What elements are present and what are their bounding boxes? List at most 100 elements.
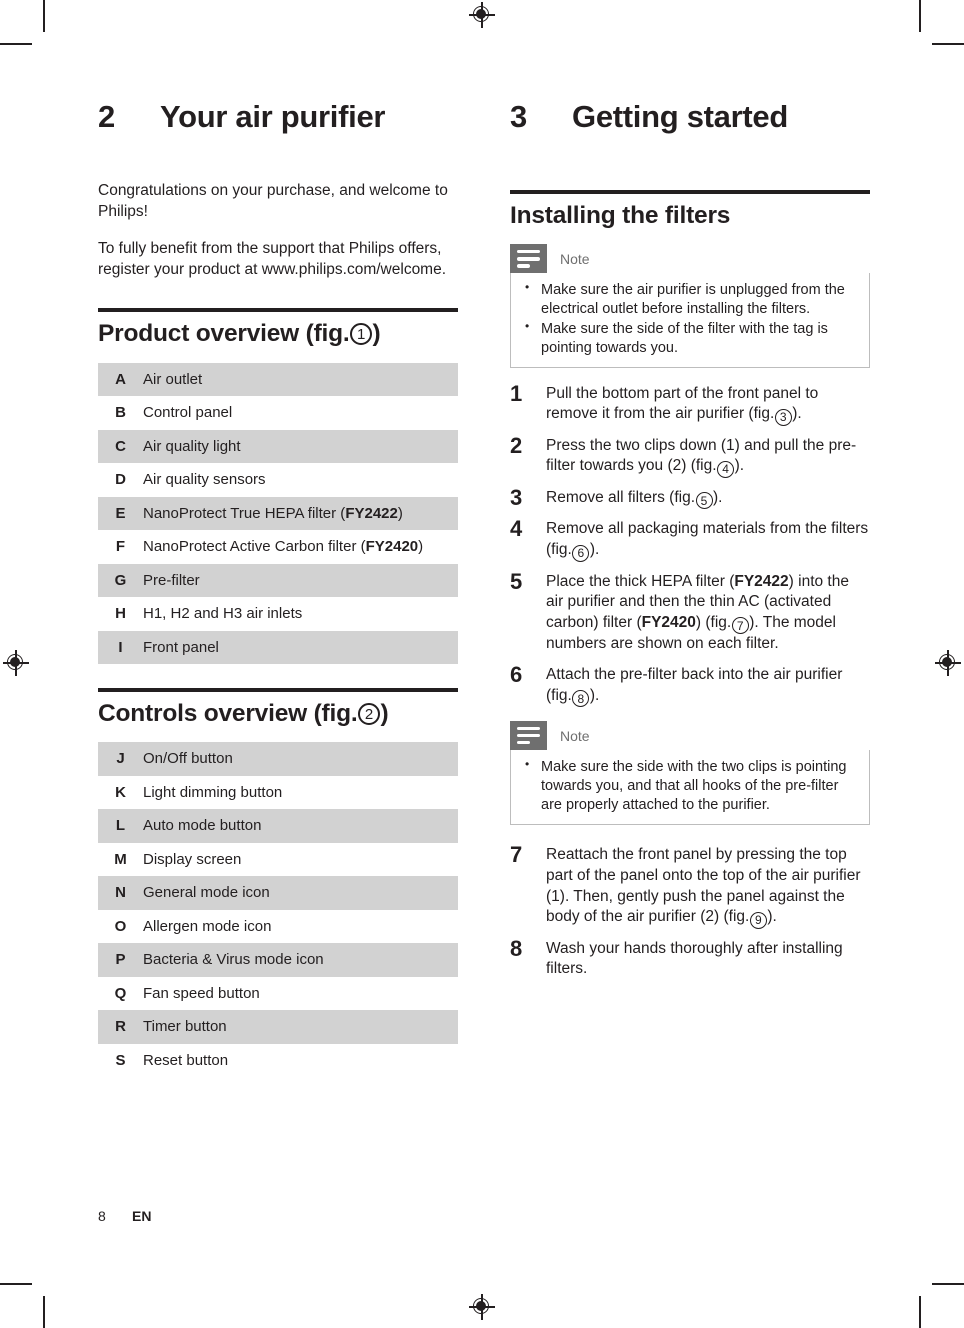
table-row: R Timer button	[98, 1010, 458, 1044]
table-row: D Air quality sensors	[98, 463, 458, 497]
table-row-key: H	[115, 605, 126, 623]
figure-reference-circle-icon: 9	[749, 911, 767, 929]
controls-overview-table: J On/Off button K Light dimming button L Auto…	[98, 742, 458, 1077]
table-row-key: P	[98, 943, 143, 977]
table-row-label: Bacteria & Virus mode icon	[143, 943, 458, 977]
table-row-label: Fan speed button	[143, 984, 260, 1002]
table-row-label: Front panel	[143, 630, 458, 665]
step-text: Reattach the front panel by pressing the…	[546, 846, 861, 929]
table-row: A Air outlet	[98, 362, 458, 397]
chapter-number: 3	[510, 99, 527, 134]
table-row: M Display screen	[98, 843, 458, 877]
table-row-label: H1, H2 and H3 air inlets	[143, 605, 303, 623]
step-item: 8 Wash your hands thoroughly after instal…	[510, 937, 870, 980]
page-language-code: EN	[132, 1208, 152, 1224]
table-row-key: A	[98, 362, 143, 397]
section-rule-product-overview	[98, 308, 458, 313]
table-row-label: NanoProtect Active Carbon filter (FY2420…	[143, 538, 424, 556]
figure-reference-circle-icon: 3	[774, 408, 792, 426]
table-row-key: D	[115, 471, 126, 489]
table-row-key: K	[115, 783, 126, 801]
table-row: G Pre-filter	[98, 563, 458, 598]
table-row: C Air quality light	[98, 429, 458, 464]
note-label: Note	[560, 250, 590, 267]
step-number: 1	[510, 380, 523, 406]
model-number: FY2420	[365, 538, 419, 556]
chapter-heading-3: 3 Getting started	[510, 99, 870, 134]
table-row-label: Timer button	[143, 1010, 458, 1044]
step-number: 3	[510, 484, 523, 510]
table-row-key: M	[114, 850, 127, 868]
table-row: S Reset button	[98, 1044, 458, 1078]
model-number: FY2422	[345, 504, 398, 522]
step-number: 2	[510, 432, 523, 458]
product-overview-table: A Air outlet B Control panel C Air quality li…	[98, 362, 458, 665]
section-heading-suffix: )	[372, 320, 381, 348]
table-row: F NanoProtect Active Carbon filter (FY242…	[98, 530, 458, 564]
step-text: Remove all filters (fig. 5).	[546, 488, 723, 510]
step-item: 4 Remove all packaging materials from the…	[510, 516, 870, 562]
section-heading-suffix: )	[380, 700, 389, 728]
table-row-label: Air quality sensors	[143, 471, 266, 489]
step-item: 3 Remove all filters (fig. 5).	[510, 486, 870, 510]
step-number: 8	[510, 935, 523, 961]
table-row-key: J	[98, 742, 143, 776]
intro-paragraph-2: To fully benefit from the support that P…	[98, 240, 447, 279]
section-rule-controls-overview	[98, 688, 458, 693]
figure-reference-circle-icon: 7	[731, 617, 749, 635]
figure-reference-circle-icon: 5	[695, 492, 713, 510]
table-row-label: Control panel	[143, 404, 233, 422]
table-row: Q Fan speed button	[98, 977, 458, 1011]
step-text: Press the two clips down (1) and pull th…	[546, 436, 857, 478]
table-row: H H1, H2 and H3 air inlets	[98, 597, 458, 631]
installation-steps-part-1: 1 Pull the bottom part of the front panel…	[510, 382, 870, 708]
installation-steps-part-2: 7 Reattach the front panel by pressing th…	[510, 843, 870, 980]
note-header: Note	[510, 721, 870, 751]
note-body: Make sure the side with the two clips is…	[510, 750, 870, 826]
page-number: 8	[98, 1208, 106, 1224]
table-row-label: Air outlet	[143, 362, 458, 397]
table-row-label: Allergen mode icon	[143, 917, 272, 935]
section-rule-installing-filters	[510, 190, 870, 195]
table-row-label: General mode icon	[143, 876, 458, 910]
step-number: 4	[510, 516, 523, 542]
page-footer: 8 EN	[98, 1208, 151, 1224]
right-column: 3 Getting started Installing the filters…	[510, 99, 870, 988]
note-box-bottom: Note Make sure the side with the two cli…	[510, 721, 870, 826]
figure-reference-circle-icon: 8	[572, 690, 590, 708]
left-column: 2 Your air purifier Congratulations on y…	[98, 99, 458, 1081]
table-row-label: Light dimming button	[143, 783, 283, 801]
note-body: Make sure the air purifier is unplugged …	[510, 273, 870, 368]
table-row: E NanoProtect True HEPA filter (FY2422)	[98, 496, 458, 531]
table-row: B Control panel	[98, 396, 458, 430]
table-row-key: C	[98, 429, 143, 464]
model-number: FY2422	[734, 572, 789, 590]
intro-paragraph-1: Congratulations on your purchase, and we…	[98, 182, 448, 221]
figure-reference-circle-icon: 1	[350, 323, 373, 346]
table-row-label: Air quality light	[143, 429, 458, 464]
table-row: I Front panel	[98, 630, 458, 665]
table-row-label: Auto mode button	[143, 809, 458, 843]
table-row-key: F	[115, 538, 126, 556]
step-item: 1 Pull the bottom part of the front panel…	[510, 382, 870, 426]
step-number: 7	[510, 842, 523, 868]
step-text: Remove all packaging materials from the …	[546, 520, 869, 562]
section-heading-controls-overview: Controls overview (fig. 2)	[98, 700, 458, 728]
section-heading-text: Product overview (fig.	[98, 320, 350, 348]
table-row-key: O	[114, 917, 127, 935]
table-row-label: Display screen	[143, 850, 242, 868]
manual-page: 2 Your air purifier Congratulations on y…	[0, 0, 964, 1328]
figure-reference-circle-icon: 4	[717, 460, 735, 478]
figure-reference-circle-icon: 2	[358, 703, 380, 726]
table-row: K Light dimming button	[98, 776, 458, 810]
chapter-number: 2	[98, 99, 115, 134]
step-number: 5	[510, 568, 523, 594]
step-item: 2 Press the two clips down (1) and pull t…	[510, 434, 870, 478]
table-row-key: S	[115, 1051, 126, 1069]
chapter-heading-2: 2 Your air purifier	[98, 99, 458, 134]
table-row-key: R	[98, 1010, 143, 1044]
table-row: L Auto mode button	[98, 809, 458, 843]
table-row-key: Q	[114, 984, 127, 1002]
table-row: J On/Off button	[98, 742, 458, 776]
step-item: 5 Place the thick HEPA filter (FY2422) in…	[510, 568, 870, 655]
